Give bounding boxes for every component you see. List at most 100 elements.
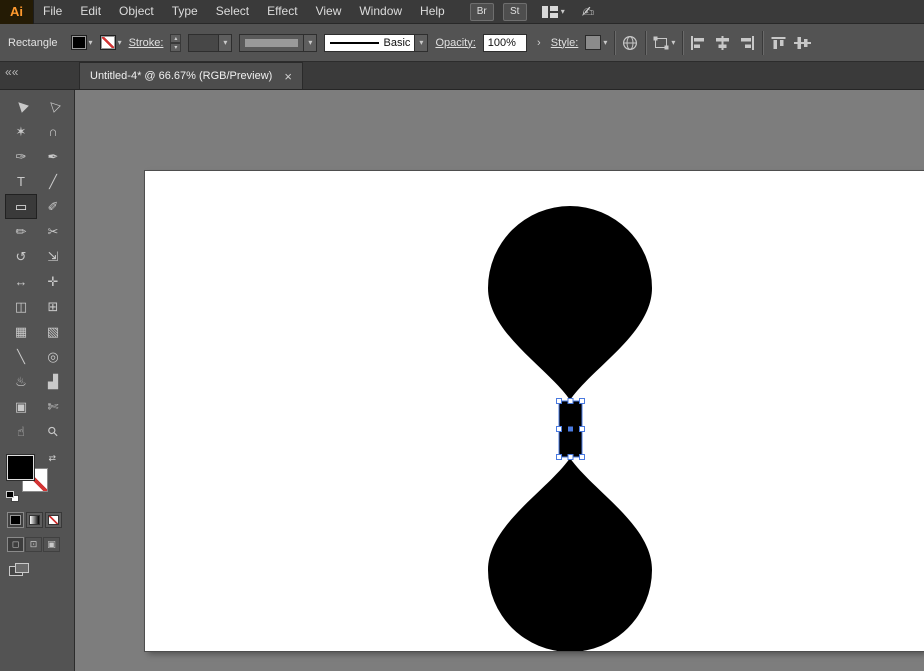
document-setup-button[interactable]: [622, 35, 638, 51]
column-graph-tool[interactable]: ▟: [37, 369, 69, 394]
color-button[interactable]: [7, 512, 24, 528]
align-top-button[interactable]: [770, 36, 787, 50]
scissors-tool[interactable]: ✂: [37, 219, 69, 244]
align-middle-button[interactable]: [794, 36, 811, 50]
stroke-panel-link[interactable]: Stroke:: [129, 37, 164, 49]
selection-handle[interactable]: [580, 455, 585, 460]
selection-handle[interactable]: [557, 427, 562, 432]
style-panel-link[interactable]: Style:: [551, 37, 579, 49]
tab-close-icon[interactable]: ×: [284, 70, 292, 83]
transform-button[interactable]: ▾: [653, 36, 675, 50]
perspective-grid-tool[interactable]: ⊞: [37, 294, 69, 319]
selection-handle[interactable]: [580, 427, 585, 432]
slice-tool[interactable]: ✄: [37, 394, 69, 419]
bottom-teardrop-shape[interactable]: [488, 458, 652, 651]
stroke-weight-stepper[interactable]: ▴ ▾: [170, 34, 181, 52]
stock-button[interactable]: St: [503, 3, 527, 21]
menu-help[interactable]: Help: [411, 0, 454, 23]
align-center-button[interactable]: [714, 36, 731, 50]
default-fill-stroke-icon[interactable]: [6, 491, 20, 502]
selection-tool[interactable]: ▶: [5, 94, 37, 119]
free-transform-tool[interactable]: ✛: [37, 269, 69, 294]
blend-tool[interactable]: ◎: [37, 344, 69, 369]
opacity-field[interactable]: 100%: [483, 34, 527, 52]
none-button[interactable]: [45, 512, 62, 528]
stroke-weight-dropdown[interactable]: ▾: [188, 34, 232, 52]
align-right-button[interactable]: [738, 36, 755, 50]
menu-edit[interactable]: Edit: [71, 0, 110, 23]
fill-swatch-black[interactable]: [7, 455, 34, 480]
selection-center-point[interactable]: [569, 427, 573, 431]
menu-window[interactable]: Window: [350, 0, 411, 23]
zoom-tool[interactable]: ⚲: [37, 419, 69, 444]
magic-wand-tool-icon: ✶: [16, 125, 27, 138]
curvature-tool[interactable]: ✑: [5, 144, 37, 169]
document-tab[interactable]: Untitled-4* @ 66.67% (RGB/Preview) ×: [79, 62, 303, 89]
hand-tool[interactable]: ☝: [5, 419, 37, 444]
stroke-color-swatch[interactable]: [100, 35, 116, 50]
lasso-tool-icon: ∩: [48, 125, 57, 138]
selection-handle[interactable]: [580, 399, 585, 404]
menu-object[interactable]: Object: [110, 0, 163, 23]
opacity-flyout-icon[interactable]: ›: [534, 37, 544, 49]
line-segment-tool[interactable]: ╱: [37, 169, 69, 194]
menu-select[interactable]: Select: [207, 0, 258, 23]
selection-handle[interactable]: [568, 455, 573, 460]
selection-handle[interactable]: [568, 399, 573, 404]
artboard-tool[interactable]: ▣: [5, 394, 37, 419]
lasso-tool[interactable]: ∩: [37, 119, 69, 144]
chevron-down-icon[interactable]: ▾: [89, 39, 93, 47]
workspace-switcher[interactable]: ▾: [542, 6, 565, 18]
menu-view[interactable]: View: [307, 0, 351, 23]
dropdown-button[interactable]: ▾: [414, 35, 427, 51]
fill-color-swatch[interactable]: [71, 35, 87, 50]
draw-normal-button[interactable]: ◻: [7, 537, 24, 552]
scale-tool[interactable]: ⇲: [37, 244, 69, 269]
gradient-tool[interactable]: ▧: [37, 319, 69, 344]
menu-bar: Ai File Edit Object Type Select Effect V…: [0, 0, 924, 24]
artboard[interactable]: [145, 171, 924, 651]
toolbar-collapse-button[interactable]: ««: [0, 62, 75, 89]
stroke-color-control[interactable]: ▾: [100, 35, 122, 50]
fill-color-control[interactable]: ▾: [71, 35, 93, 50]
eyedropper-tool[interactable]: ╲: [5, 344, 37, 369]
selection-handle[interactable]: [557, 399, 562, 404]
rectangle-tool[interactable]: ▭: [5, 194, 37, 219]
screen-mode-button[interactable]: [9, 563, 29, 577]
mesh-tool[interactable]: ▦: [5, 319, 37, 344]
gradient-button[interactable]: [26, 512, 43, 528]
selection-handle[interactable]: [557, 455, 562, 460]
dropdown-button[interactable]: ▾: [218, 35, 231, 51]
type-tool[interactable]: T: [5, 169, 37, 194]
stepper-up-icon[interactable]: ▴: [170, 34, 181, 43]
shape-builder-tool[interactable]: ◫: [5, 294, 37, 319]
magic-wand-tool[interactable]: ✶: [5, 119, 37, 144]
graphic-style-dropdown[interactable]: ▾: [585, 35, 607, 50]
tools-panel: ▶ ▷ ✶ ∩ ✑ ✒ T ╱ ▭ ✐ ✏ ✂ ↺ ⇲ ↔ ✛ ◫ ⊞ ▦ ▧: [0, 90, 75, 671]
menu-file[interactable]: File: [34, 0, 71, 23]
draw-behind-button[interactable]: ⊡: [25, 537, 42, 552]
pen-tool[interactable]: ✒: [37, 144, 69, 169]
draw-inside-button[interactable]: ▣: [43, 537, 60, 552]
canvas-area[interactable]: [75, 90, 924, 671]
touch-gesture-icon[interactable]: ✍: [582, 3, 595, 21]
column-graph-tool-icon: ▟: [48, 375, 58, 388]
scale-tool-icon: ⇲: [48, 250, 59, 263]
pencil-tool[interactable]: ✏: [5, 219, 37, 244]
paintbrush-tool[interactable]: ✐: [37, 194, 69, 219]
brush-definition-dropdown[interactable]: Basic ▾: [324, 34, 428, 52]
top-teardrop-shape[interactable]: [488, 206, 652, 400]
chevron-down-icon[interactable]: ▾: [603, 39, 607, 47]
rotate-tool[interactable]: ↺: [5, 244, 37, 269]
swap-fill-stroke-icon[interactable]: ⇄: [48, 453, 56, 464]
opacity-panel-link[interactable]: Opacity:: [435, 37, 475, 49]
symbol-sprayer-tool[interactable]: ♨: [5, 369, 37, 394]
stepper-down-icon[interactable]: ▾: [170, 43, 181, 52]
chevron-down-icon[interactable]: ▾: [118, 39, 122, 47]
align-left-button[interactable]: [690, 36, 707, 50]
menu-type[interactable]: Type: [163, 0, 207, 23]
width-tool[interactable]: ↔: [5, 269, 37, 294]
bridge-button[interactable]: Br: [470, 3, 494, 21]
menu-effect[interactable]: Effect: [258, 0, 306, 23]
direct-selection-tool[interactable]: ▷: [37, 94, 69, 119]
